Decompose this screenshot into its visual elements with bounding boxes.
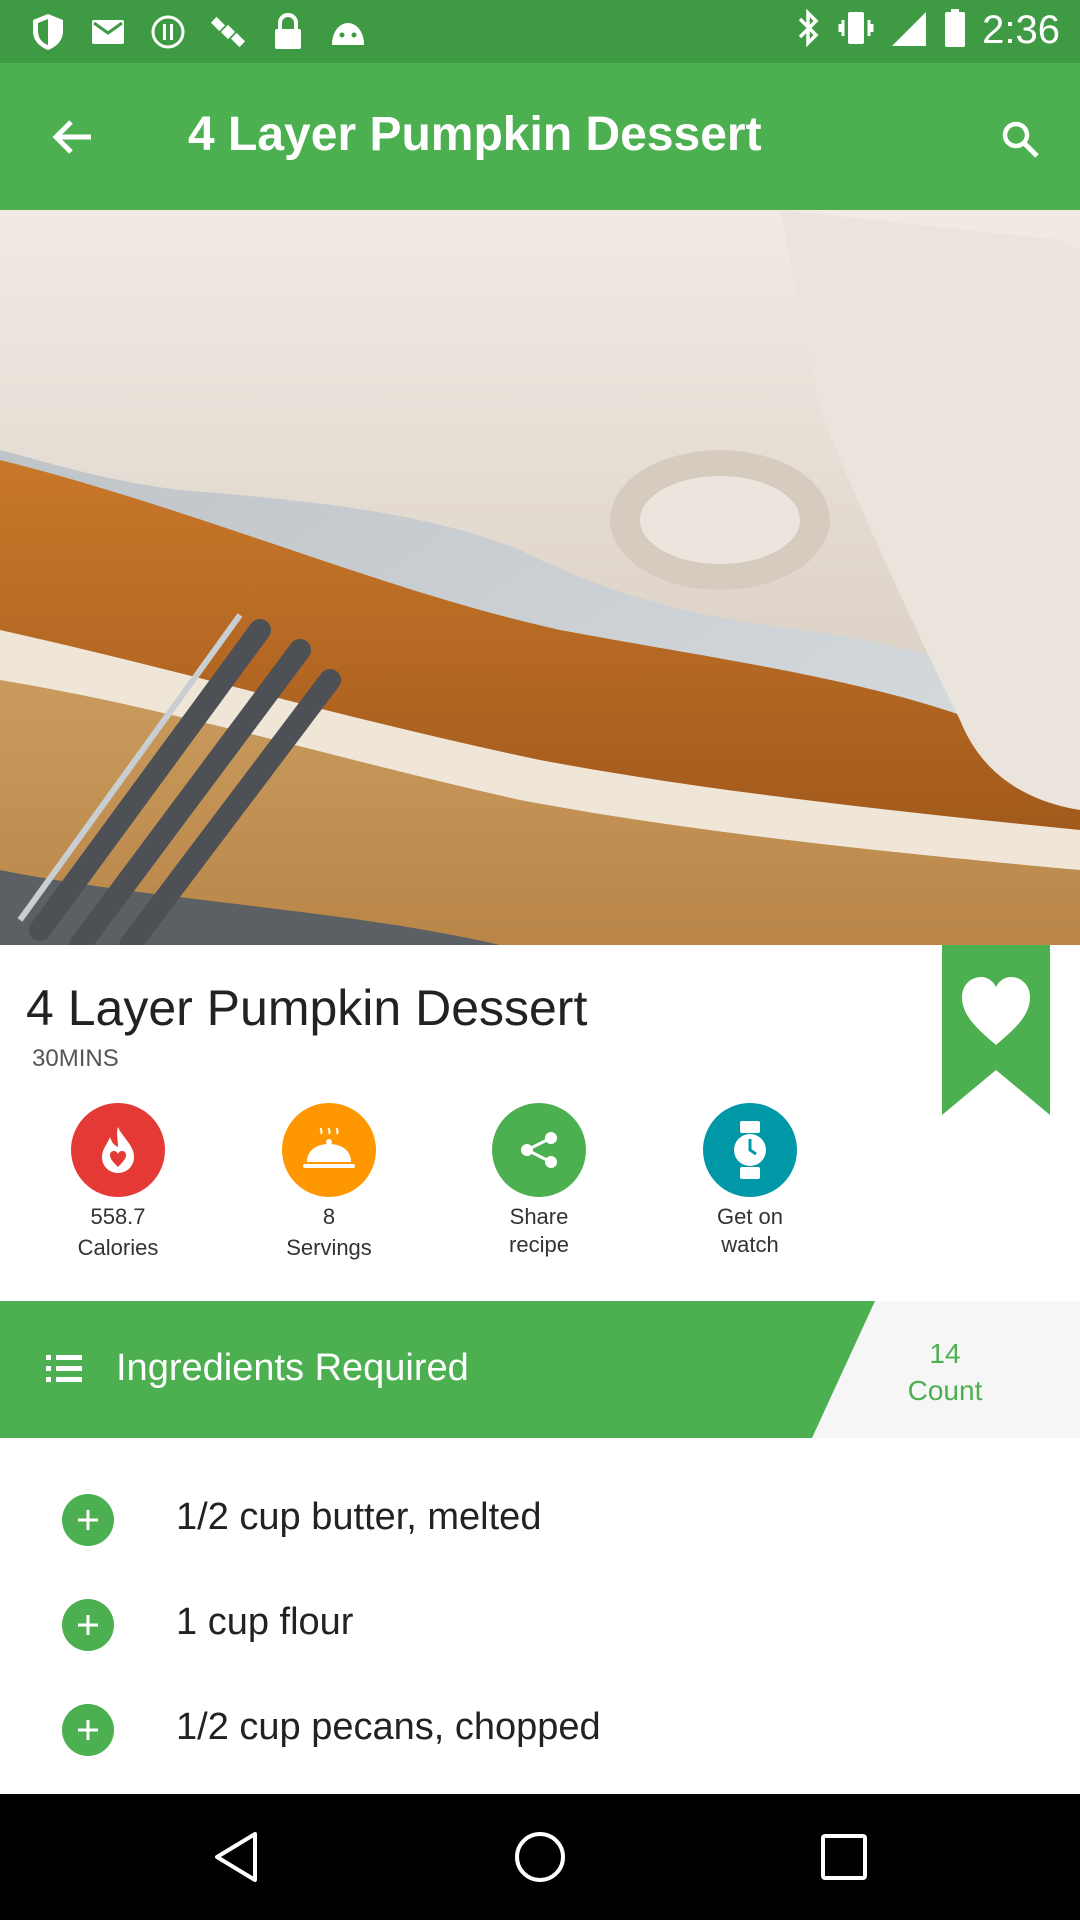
share-label-line2: recipe [509,1232,569,1257]
share-label-line1: Share [509,1204,569,1229]
watch-icon [703,1103,797,1197]
ingredient-text: 1/2 cup pecans, chopped [176,1706,601,1748]
vibrate-icon [838,8,874,53]
servings-label: Servings [286,1235,372,1260]
app-bar: 4 Layer Pumpkin Dessert [0,63,1080,210]
watch-action[interactable]: Get on watch [645,1103,855,1260]
search-icon[interactable] [988,107,1052,171]
home-circle-icon[interactable] [510,1827,570,1887]
recents-square-icon[interactable] [814,1827,874,1887]
ingredients-header: Ingredients Required 14 Count [0,1301,1080,1438]
dish-cloche-icon [282,1103,376,1197]
info-icon [146,10,190,54]
add-icon[interactable] [62,1704,114,1756]
signal-icon [890,8,928,53]
arrow-back-icon[interactable] [40,109,104,165]
app-title: 4 Layer Pumpkin Dessert [188,108,762,161]
calories-value: 558.7 [90,1204,146,1229]
status-right: 2:36 [796,8,1060,53]
battery-icon [944,8,966,53]
ingredients-count: 14 Count [880,1335,1010,1409]
share-recipe-action[interactable]: Share recipe [434,1103,644,1260]
list-icon [44,1351,84,1387]
bluetooth-icon [796,8,822,53]
add-icon[interactable] [62,1599,114,1651]
shield-icon [26,10,70,54]
share-icon [492,1103,586,1197]
status-time: 2:36 [982,8,1060,52]
pumpkin-dessert-photo [0,210,1080,945]
status-bar: 2:36 [0,0,1080,63]
ingredient-item: 1 cup flour [0,1573,1080,1673]
back-triangle-icon[interactable] [206,1827,266,1887]
ingredient-text: 1 cup flour [176,1601,354,1643]
watch-label-line1: Get on [716,1204,784,1229]
calories-action[interactable]: 558.7 Calories [13,1103,223,1263]
ingredient-text: 1/2 cup butter, melted [176,1496,542,1538]
count-label: Count [907,1375,983,1406]
ingredient-item: 1/2 cup pecans, chopped [0,1678,1080,1778]
count-value: 14 [929,1338,961,1369]
calories-label: Calories [77,1235,159,1260]
servings-action[interactable]: 8 Servings [224,1103,434,1263]
android-icon [326,10,370,54]
lock-icon [266,10,310,54]
mail-icon [86,10,130,54]
ingredient-list: 1/2 cup butter, melted 1 cup flour 1/2 c… [0,1438,1080,1794]
watch-label-line2: watch [721,1232,779,1257]
heart-bookmark-icon[interactable] [942,945,1050,1115]
navigation-bar [0,1794,1080,1920]
cook-time: 30MINS [32,1045,119,1072]
recipe-title: 4 Layer Pumpkin Dessert [26,980,588,1036]
satellite-icon [206,10,250,54]
ingredients-title: Ingredients Required [116,1347,469,1389]
ingredient-item: 1/2 cup butter, melted [0,1468,1080,1568]
status-icons [26,10,370,54]
servings-value: 8 [322,1204,336,1229]
add-icon[interactable] [62,1494,114,1546]
flame-icon [71,1103,165,1197]
recipe-info: 4 Layer Pumpkin Dessert 30MINS 558.7 Cal… [0,945,1080,1301]
